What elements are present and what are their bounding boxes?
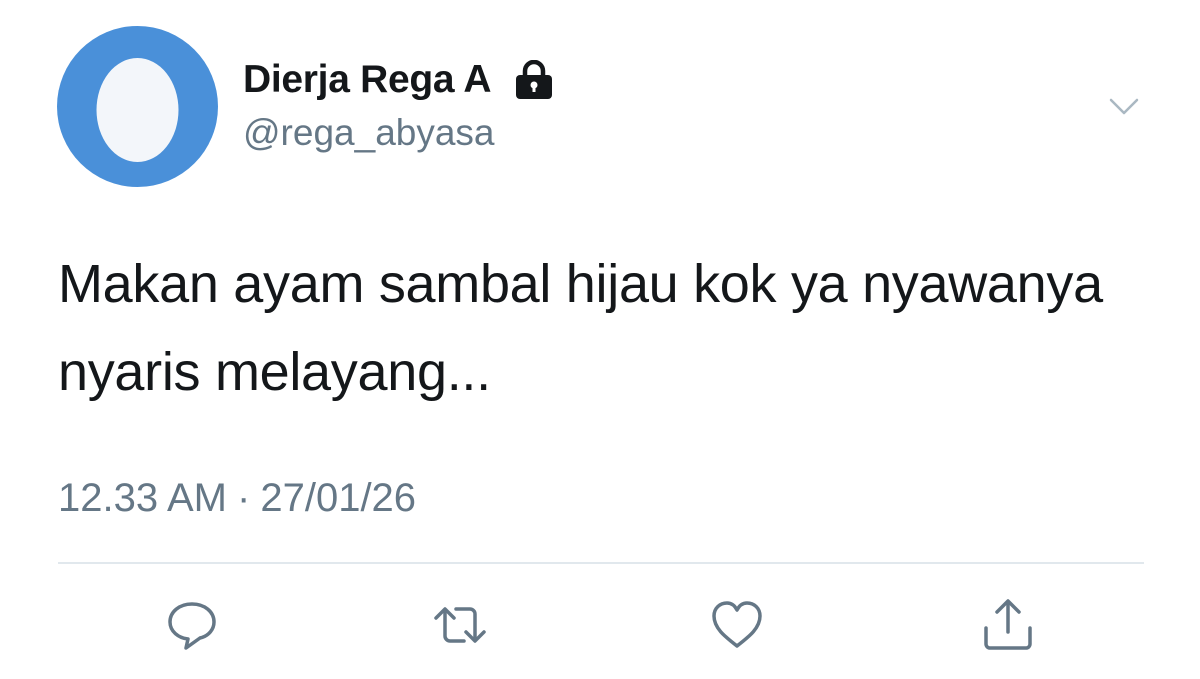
meta-separator: · (237, 476, 251, 520)
reply-icon (168, 602, 216, 650)
user-handle: @rega_abyasa (243, 112, 495, 153)
retweet-button[interactable] (432, 598, 488, 652)
share-icon (984, 599, 1032, 650)
retweet-icon (434, 607, 486, 643)
avatar[interactable] (57, 26, 218, 187)
tweet-card: Dierja Rega A @rega_abyasa Makan ayam sa… (0, 0, 1200, 679)
tweet-timestamp[interactable]: 12.33 AM · 27/01/26 (58, 476, 416, 521)
display-name-text: Dierja Rega A (243, 58, 492, 101)
like-button[interactable] (709, 598, 765, 652)
tweet-date: 27/01/26 (260, 476, 417, 520)
chevron-down-icon[interactable] (1104, 88, 1144, 128)
divider (58, 562, 1144, 564)
reply-button[interactable] (164, 598, 220, 652)
heart-icon (712, 601, 762, 648)
tweet-text: Makan ayam sambal hijau kok ya nyawanya … (58, 254, 1103, 402)
share-button[interactable] (980, 598, 1036, 652)
tweet-time: 12.33 AM (58, 476, 228, 520)
display-name: Dierja Rega A (243, 56, 555, 104)
egg-avatar-icon (57, 26, 218, 187)
lock-icon (513, 60, 555, 100)
